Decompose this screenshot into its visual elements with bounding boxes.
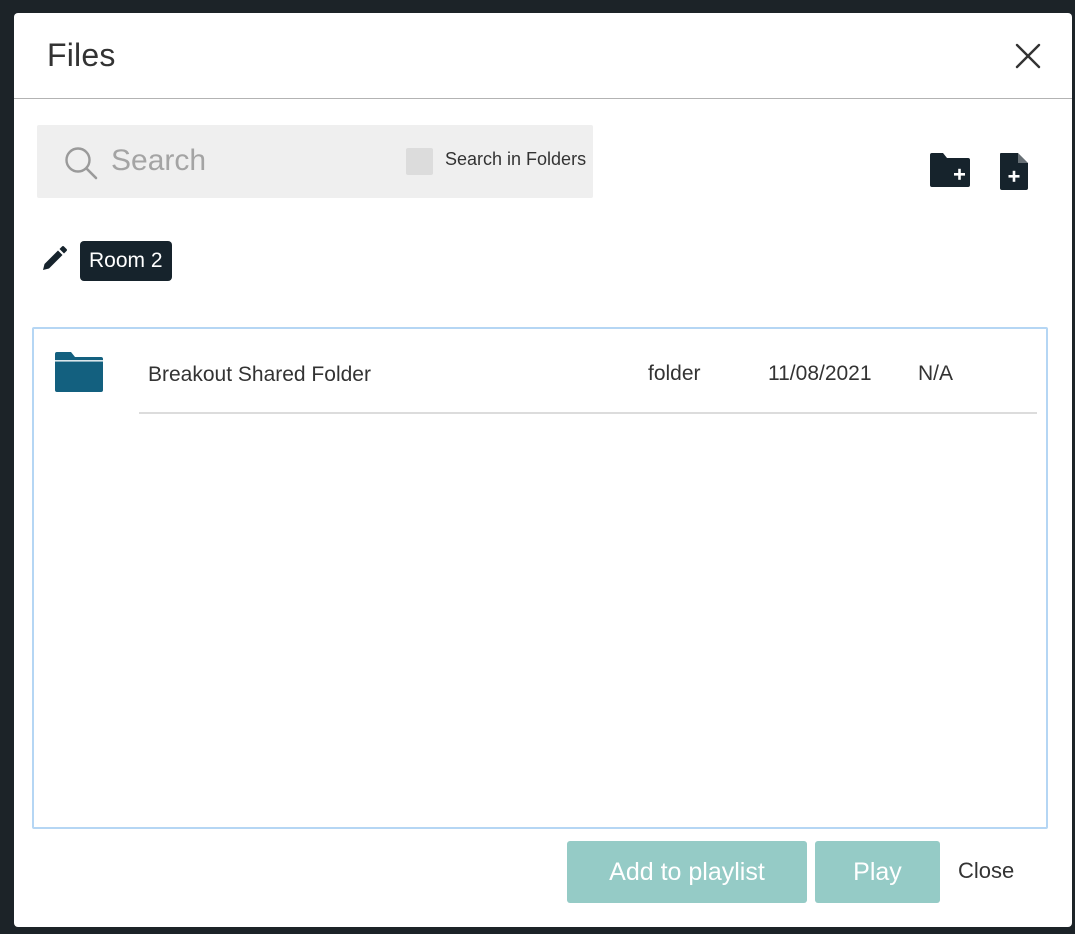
file-type: folder — [648, 362, 701, 385]
row-divider — [139, 412, 1037, 414]
search-bar: Search in Folders — [37, 125, 593, 198]
close-button[interactable]: Close — [958, 858, 1014, 884]
file-list: Breakout Shared Folder folder 11/08/2021… — [32, 327, 1048, 829]
add-to-playlist-button[interactable]: Add to playlist — [567, 841, 807, 903]
folder-icon — [54, 351, 104, 393]
file-name: Breakout Shared Folder — [148, 363, 371, 386]
dialog-title: Files — [47, 37, 116, 73]
search-icon — [63, 145, 99, 181]
file-date: 11/08/2021 — [768, 362, 872, 385]
play-button[interactable]: Play — [815, 841, 940, 903]
file-size: N/A — [918, 362, 954, 385]
breadcrumb-current[interactable]: Room 2 — [80, 241, 172, 281]
file-row[interactable]: Breakout Shared Folder folder 11/08/2021… — [34, 329, 1046, 414]
pencil-icon[interactable] — [40, 245, 68, 273]
folder-plus-icon[interactable] — [928, 151, 972, 189]
search-in-folders-checkbox[interactable] — [406, 148, 433, 175]
dialog-header: Files — [14, 13, 1072, 99]
file-plus-icon[interactable] — [998, 151, 1030, 191]
search-in-folders-label: Search in Folders — [445, 149, 587, 169]
search-input[interactable] — [111, 141, 391, 181]
files-dialog: Files Search in Folders — [14, 13, 1072, 927]
close-icon[interactable] — [1011, 39, 1045, 73]
